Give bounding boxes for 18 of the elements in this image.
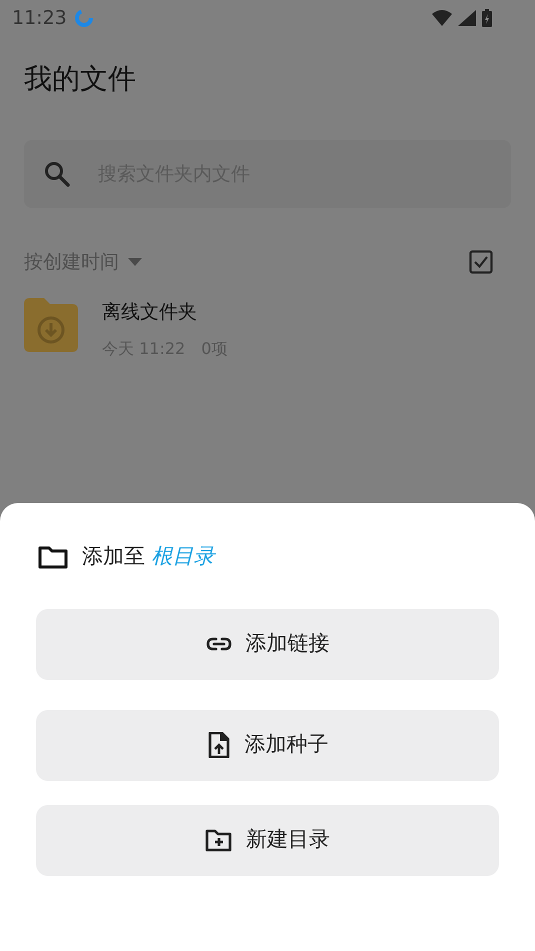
page-title: 我的文件 [24,61,137,97]
action-button[interactable]: 添加种子 [36,710,499,780]
file-upload-icon [206,732,230,758]
battery-icon [481,8,493,28]
clock-time: 11:23 [12,6,67,31]
checkbox-icon[interactable] [469,250,493,274]
signal-icon [457,9,477,27]
folder-icon [38,544,68,569]
action-button[interactable]: 添加链接 [36,608,499,680]
destination-text: 添加至 根目录 [82,543,215,570]
search-icon [44,161,70,187]
caret-icon [127,257,143,267]
wifi-icon [431,9,453,27]
folder-name[interactable]: 离线文件夹 [102,298,228,326]
action-button[interactable]: 新建目录 [36,804,499,876]
folder-add-icon [205,828,232,852]
sync-icon [72,7,95,29]
folder-icon [24,298,78,352]
